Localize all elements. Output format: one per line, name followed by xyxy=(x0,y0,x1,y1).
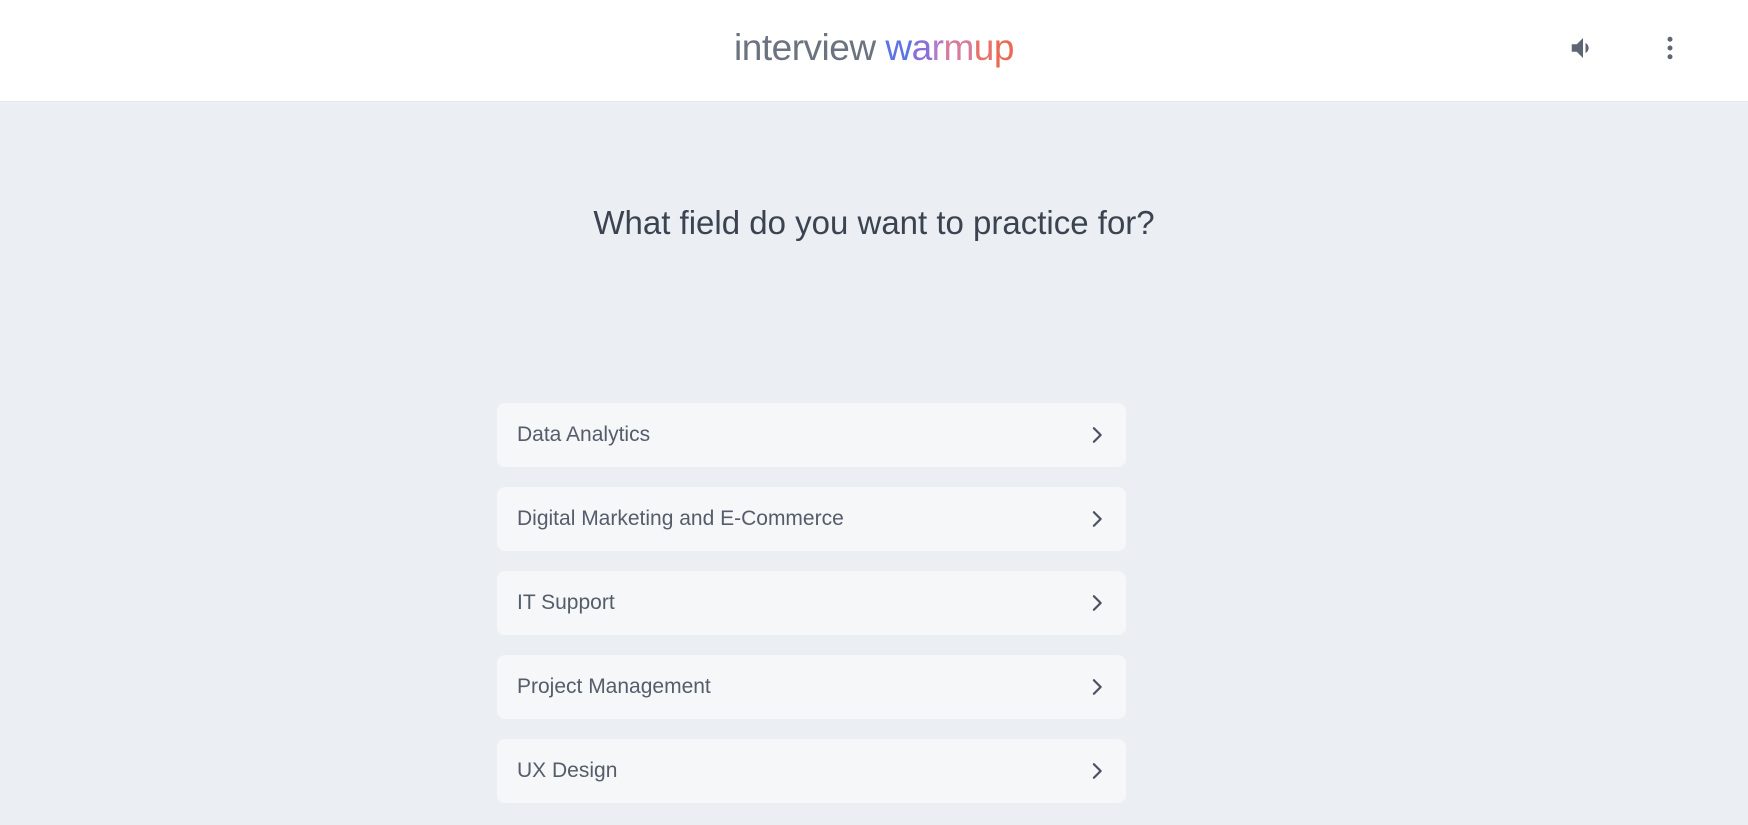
field-option-label: UX Design xyxy=(517,759,618,782)
field-option-project-management[interactable]: Project Management xyxy=(497,655,1126,719)
field-option-label: Project Management xyxy=(517,675,711,698)
logo-prefix: interview xyxy=(734,27,886,68)
logo-letter: m xyxy=(943,27,974,68)
field-option-digital-marketing[interactable]: Digital Marketing and E-Commerce xyxy=(497,487,1126,551)
field-option-label: Data Analytics xyxy=(517,423,651,446)
field-option-label: IT Support xyxy=(517,591,615,614)
logo-letter: a xyxy=(911,27,933,68)
logo-letter: r xyxy=(931,27,944,68)
chevron-right-icon xyxy=(1092,511,1102,527)
more-options-button[interactable] xyxy=(1650,28,1690,68)
sound-toggle-button[interactable] xyxy=(1563,28,1603,68)
field-option-ux-design[interactable]: UX Design xyxy=(497,739,1126,803)
app-logo: interview warmup xyxy=(0,22,1748,74)
more-vert-icon xyxy=(1667,36,1673,60)
chevron-right-icon xyxy=(1092,427,1102,443)
volume-up-icon xyxy=(1571,38,1589,58)
field-option-data-analytics[interactable]: Data Analytics xyxy=(497,403,1126,467)
chevron-right-icon xyxy=(1092,595,1102,611)
page-title: What field do you want to practice for? xyxy=(593,204,1155,241)
field-option-label: Digital Marketing and E-Commerce xyxy=(517,507,844,530)
chevron-right-icon xyxy=(1092,679,1102,695)
field-options-list: Data Analytics Digital Marketing and E-C… xyxy=(497,403,1126,823)
logo-letter: p xyxy=(993,27,1015,68)
app-header: interview warmup xyxy=(0,0,1748,102)
field-option-it-support[interactable]: IT Support xyxy=(497,571,1126,635)
logo-letter: w xyxy=(885,27,912,68)
chevron-right-icon xyxy=(1092,763,1102,779)
logo-letter: u xyxy=(973,27,995,68)
